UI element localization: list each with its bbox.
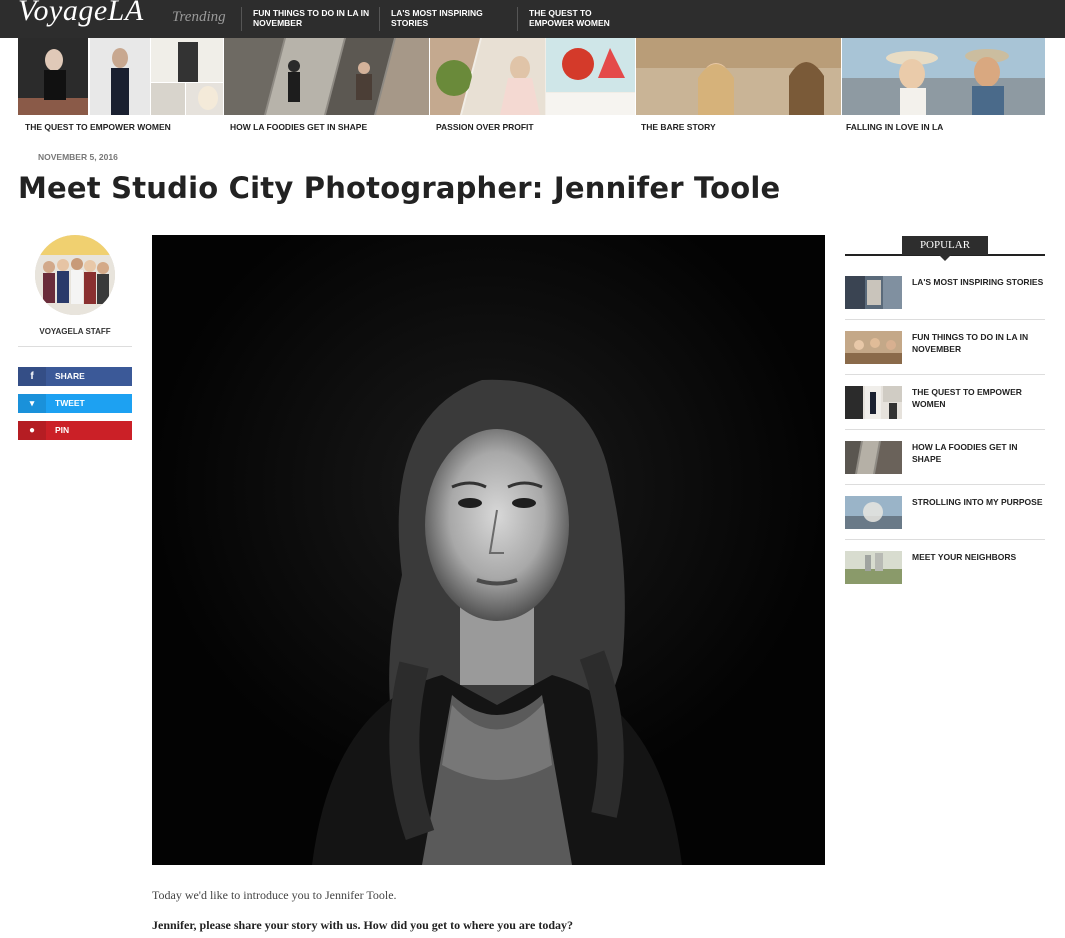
pinterest-pin-button[interactable]: ● PIN [18, 421, 132, 440]
featured-strip [18, 38, 1045, 115]
popular-item-foodies[interactable]: HOW LA FOODIES GET IN SHAPE [845, 441, 1045, 496]
popular-item-title: LA'S MOST INSPIRING STORIES [912, 277, 1044, 287]
divider [845, 539, 1045, 540]
facebook-share-button[interactable]: f SHARE [18, 367, 132, 386]
popular-thumbnail [845, 551, 902, 584]
divider [845, 319, 1045, 320]
article-date: NOVEMBER 5, 2016 [38, 152, 118, 162]
featured-label-passion-over-profit[interactable]: PASSION OVER PROFIT [436, 122, 534, 132]
popular-thumbnail [845, 331, 902, 364]
trending-link-empower-women[interactable]: THE QUEST TO EMPOWER WOMEN [529, 8, 629, 28]
featured-label-bare-story[interactable]: THE BARE STORY [641, 122, 716, 132]
twitter-icon: ▾ [18, 394, 46, 413]
article-title: Meet Studio City Photographer: Jennifer … [18, 171, 781, 205]
popular-item-title: STROLLING INTO MY PURPOSE [912, 497, 1043, 507]
popular-arrow-icon [939, 255, 951, 261]
featured-label-falling-in-love[interactable]: FALLING IN LOVE IN LA [846, 122, 943, 132]
popular-thumbnail [845, 496, 902, 529]
featured-image-passion-over-profit[interactable] [430, 38, 635, 115]
pinterest-icon: ● [18, 421, 46, 440]
divider [241, 7, 242, 31]
facebook-icon: f [18, 367, 46, 386]
popular-thumbnail [845, 276, 902, 309]
popular-thumbnail [845, 386, 902, 419]
author-name[interactable]: VOYAGELA STAFF [18, 327, 132, 336]
divider [845, 429, 1045, 430]
divider [517, 7, 518, 31]
popular-item-title: FUN THINGS TO DO IN LA IN NOVEMBER [912, 332, 1029, 354]
article-hero-photo [152, 235, 825, 865]
popular-item-empower-women[interactable]: THE QUEST TO EMPOWER WOMEN [845, 386, 1045, 441]
pin-button-label: PIN [55, 425, 70, 435]
featured-image-empower-women[interactable] [18, 38, 223, 115]
author-avatar[interactable] [35, 235, 115, 315]
popular-item-title: MEET YOUR NEIGHBORS [912, 552, 1017, 562]
trending-link-inspiring-stories[interactable]: LA'S MOST INSPIRING STORIES [391, 8, 495, 28]
featured-image-falling-in-love[interactable] [842, 38, 1045, 115]
trending-label: Trending [172, 9, 226, 25]
featured-label-empower-women[interactable]: THE QUEST TO EMPOWER WOMEN [25, 122, 171, 132]
featured-image-foodies[interactable] [224, 38, 429, 115]
article-question-text: Jennifer, please share your story with u… [152, 918, 574, 932]
article-intro-text: Today we'd like to introduce you to Jenn… [152, 888, 397, 902]
divider [18, 346, 132, 347]
popular-item-fun-things[interactable]: FUN THINGS TO DO IN LA IN NOVEMBER [845, 331, 1045, 386]
tweet-button-label: TWEET [55, 398, 85, 408]
divider [845, 374, 1045, 375]
divider [845, 484, 1045, 485]
share-button-label: SHARE [55, 371, 85, 381]
popular-item-title: THE QUEST TO EMPOWER WOMEN [912, 387, 1022, 409]
site-logo[interactable]: VoyageLA [18, 0, 144, 28]
twitter-tweet-button[interactable]: ▾ TWEET [18, 394, 132, 413]
top-navigation-bar: VoyageLA Trending FUN THINGS TO DO IN LA… [0, 0, 1065, 38]
popular-thumbnail [845, 441, 902, 474]
popular-item-neighbors[interactable]: MEET YOUR NEIGHBORS [845, 551, 1045, 606]
divider [379, 7, 380, 31]
trending-link-fun-things[interactable]: FUN THINGS TO DO IN LA IN NOVEMBER [253, 8, 375, 28]
featured-label-foodies[interactable]: HOW LA FOODIES GET IN SHAPE [230, 122, 367, 132]
popular-item-title: HOW LA FOODIES GET IN SHAPE [912, 442, 1018, 464]
popular-item-strolling[interactable]: STROLLING INTO MY PURPOSE [845, 496, 1045, 551]
popular-heading: POPULAR [902, 236, 988, 255]
popular-item-inspiring-stories[interactable]: LA'S MOST INSPIRING STORIES [845, 276, 1045, 331]
featured-image-bare-story[interactable] [636, 38, 841, 115]
